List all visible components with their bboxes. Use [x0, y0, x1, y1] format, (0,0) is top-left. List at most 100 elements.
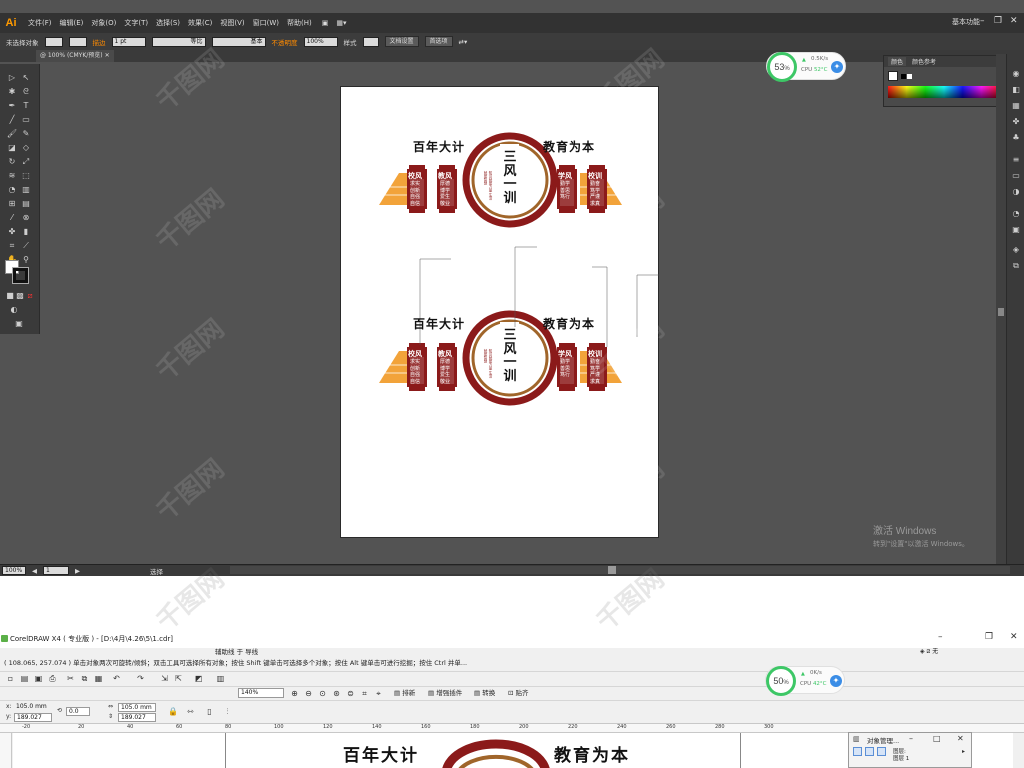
docker-layer-name[interactable]: 图层 1 — [893, 754, 909, 762]
arrange-icon[interactable]: ⇄▾ — [459, 38, 468, 46]
appearance-panel-icon[interactable]: ◔ — [1010, 208, 1022, 219]
horizontal-scroll-thumb[interactable] — [608, 566, 616, 574]
docker-tool-icon[interactable] — [865, 747, 874, 756]
rectangle-tool-icon[interactable]: ▭ — [20, 114, 32, 125]
color-spectrum[interactable] — [888, 86, 1000, 98]
prev-artboard-icon[interactable]: ◀ — [32, 567, 37, 575]
swatches-icon[interactable]: ▦ — [1010, 100, 1022, 111]
zoom-in-icon[interactable]: ⊕ — [290, 689, 299, 698]
tab-color[interactable]: 颜色 — [888, 57, 907, 66]
undo-icon[interactable]: ↶ — [112, 674, 121, 683]
menu-view[interactable]: 视图(V) — [220, 18, 244, 28]
menu-type[interactable]: 文字(T) — [124, 18, 148, 28]
lock-ratio-icon[interactable]: 🔒 — [168, 707, 178, 716]
width-tool-icon[interactable]: ≋ — [6, 170, 18, 181]
welcome-icon[interactable]: ▥ — [216, 674, 225, 683]
fill-stroke-indicator[interactable] — [888, 71, 898, 81]
line-tool-icon[interactable]: ╱ — [6, 114, 18, 125]
fill-swatch[interactable] — [44, 36, 63, 47]
menu-select[interactable]: 选择(S) — [156, 18, 180, 28]
zoom-width-icon[interactable]: ⌗ — [360, 689, 369, 698]
perspective-grid-tool-icon[interactable]: ▥ — [20, 184, 32, 195]
color-panel-icon[interactable]: ◉ — [1010, 68, 1022, 79]
width-input[interactable]: 105.0 mm — [118, 703, 156, 712]
open-icon[interactable]: ▤ — [20, 674, 29, 683]
workspace-switcher[interactable]: 基本功能 — [952, 17, 980, 27]
save-icon[interactable]: ▣ — [34, 674, 43, 683]
align-icon[interactable]: ⫶ — [223, 707, 232, 716]
copy-icon[interactable]: ⧉ — [80, 674, 89, 683]
tab-color-guide[interactable]: 颜色参考 — [912, 57, 936, 66]
document-setup-button[interactable]: 文档设置 — [384, 36, 419, 47]
snap-button[interactable]: ⊡ 贴齐 — [508, 688, 529, 699]
stroke-profile-select[interactable]: 等比 — [151, 36, 206, 47]
preferences-button[interactable]: 首选项 — [424, 36, 453, 47]
rotate-tool-icon[interactable]: ↻ — [6, 156, 18, 167]
zoom-select[interactable]: 140% — [238, 688, 284, 698]
zoom-selected-icon[interactable]: ⊙ — [318, 689, 327, 698]
transparency-panel-icon[interactable]: ◑ — [1010, 186, 1022, 197]
graphic-styles-icon[interactable]: ▣ — [1010, 224, 1022, 235]
artboard[interactable]: 百年大计 教育为本 三 风 一 训 知识就是力量 生活就是智慧 校风 教风 学风… — [340, 86, 659, 538]
app-launcher-icon[interactable]: ◩ — [194, 674, 203, 683]
menu-window[interactable]: 窗口(W) — [253, 18, 279, 28]
blend-tool-icon[interactable]: ⊗ — [20, 212, 32, 223]
magic-wand-tool-icon[interactable]: ✱ — [6, 86, 18, 97]
accelerate-ball-icon[interactable]: ✦ — [830, 675, 842, 687]
paste-icon[interactable]: ▦ — [94, 674, 103, 683]
bridge-icon[interactable]: ▣ — [322, 19, 329, 27]
angle-input[interactable]: 0.0 — [66, 707, 90, 716]
next-artboard-icon[interactable]: ▶ — [75, 567, 80, 575]
accelerate-ball-icon[interactable]: ✦ — [831, 61, 843, 73]
blob-brush-tool-icon[interactable]: ◪ — [6, 142, 18, 153]
layers-panel-icon[interactable]: ◈ — [1010, 244, 1022, 255]
opacity-label[interactable]: 不透明度 — [272, 37, 298, 47]
brushes-icon[interactable]: ✤ — [1010, 116, 1022, 127]
type-tool-icon[interactable]: T — [20, 100, 32, 111]
arrange-docs-icon[interactable]: ▦▾ — [336, 19, 346, 27]
height-input[interactable]: 189.027 mm — [118, 713, 156, 729]
draw-mode-icon[interactable]: ◐ — [8, 304, 20, 315]
zoom-out-icon[interactable]: ⊖ — [304, 689, 313, 698]
vertical-scrollbar[interactable] — [996, 54, 1006, 570]
mirror-h-icon[interactable]: ⇿ — [186, 707, 195, 716]
convert-button[interactable]: ▤ 转换 — [474, 688, 495, 699]
y-position-input[interactable]: 189.027 mm — [14, 713, 52, 729]
stroke-label[interactable]: 描边 — [93, 37, 106, 47]
redo-icon[interactable]: ↷ — [136, 674, 145, 683]
eraser-tool-icon[interactable]: ◇ — [20, 142, 32, 153]
menu-object[interactable]: 对象(O) — [91, 18, 116, 28]
docker-minimize-icon[interactable]: – — [909, 734, 913, 743]
direct-select-tool-icon[interactable]: ↖ — [20, 72, 32, 83]
color-guide-icon[interactable]: ◧ — [1010, 84, 1022, 95]
black-swatch[interactable] — [901, 74, 906, 79]
docker-maximize-icon[interactable]: □ — [933, 734, 941, 743]
export-icon[interactable]: ⇱ — [174, 674, 183, 683]
docker-tool-icon[interactable] — [853, 747, 862, 756]
zoom-height-icon[interactable]: ⌖ — [374, 689, 383, 698]
stroke-weight-input[interactable]: 1 pt — [111, 36, 146, 47]
horizontal-scrollbar[interactable] — [230, 566, 1010, 574]
free-transform-tool-icon[interactable]: ⬚ — [20, 170, 32, 181]
stroke-color-swatch[interactable] — [12, 267, 29, 284]
gradient-tool-icon[interactable]: ▤ — [20, 198, 32, 209]
shape-builder-tool-icon[interactable]: ◔ — [6, 184, 18, 195]
menu-file[interactable]: 文件(F) — [28, 18, 52, 28]
zoom-page-icon[interactable]: ⊜ — [346, 689, 355, 698]
restore-icon[interactable]: ❐ — [994, 16, 1002, 26]
minimize-icon[interactable]: – — [938, 632, 943, 642]
paintbrush-tool-icon[interactable]: 🖌 — [6, 128, 18, 139]
docker-close-icon[interactable]: ✕ — [957, 734, 964, 743]
cpu-meter-widget[interactable]: 53% ▲ 0.5K/s CPU 52°C ✦ — [766, 52, 846, 82]
mirror-v-icon[interactable]: ▯ — [205, 707, 214, 716]
import-icon[interactable]: ⇲ — [160, 674, 169, 683]
plugin-button[interactable]: ▤ 增强插件 — [428, 688, 462, 699]
vertical-scroll-thumb[interactable] — [998, 308, 1004, 316]
zoom-select[interactable]: 100% — [2, 566, 26, 575]
menu-help[interactable]: 帮助(H) — [287, 18, 312, 28]
docker-expand-icon[interactable]: ▸ — [962, 748, 965, 755]
white-swatch[interactable] — [907, 74, 912, 79]
symbol-sprayer-tool-icon[interactable]: ✤ — [6, 226, 18, 237]
menu-edit[interactable]: 编辑(E) — [60, 18, 84, 28]
minimize-icon[interactable]: – — [980, 16, 985, 26]
